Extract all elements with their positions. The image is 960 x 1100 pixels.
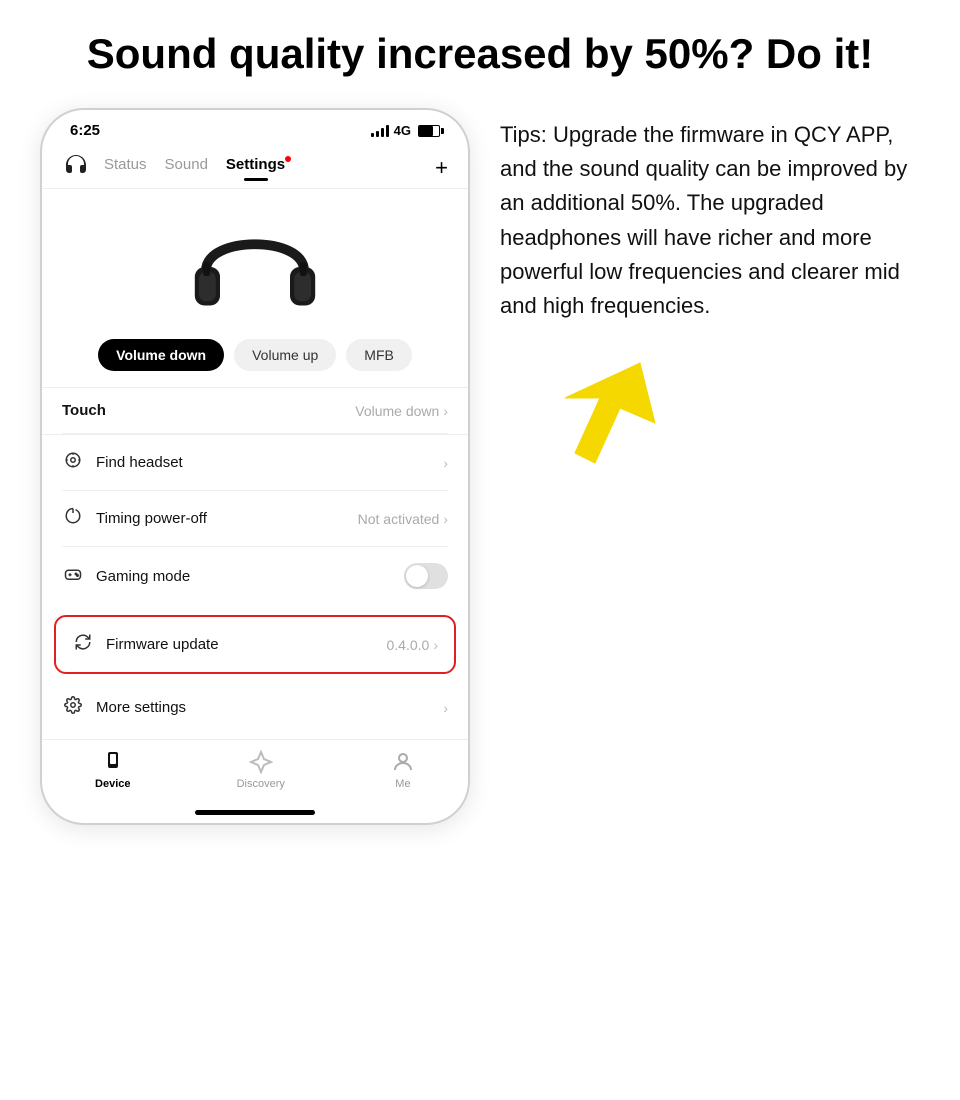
timing-power-off-value: Not activated (358, 511, 440, 527)
nav-tabs: Status Sound Settings (104, 156, 435, 179)
timing-power-chevron-icon: › (443, 511, 448, 527)
tips-text: Tips: Upgrade the firmware in QCY APP, a… (500, 118, 920, 323)
tab-status[interactable]: Status (104, 156, 147, 179)
add-device-button[interactable]: + (435, 157, 448, 179)
touch-chevron-icon: › (443, 403, 448, 419)
find-headset-icon (62, 451, 84, 474)
bottom-nav-me-label: Me (395, 778, 410, 790)
time-display: 6:25 (70, 122, 100, 139)
touch-label: Touch (62, 402, 355, 419)
find-headset-chevron-icon: › (443, 455, 448, 471)
bottom-nav-device[interactable]: Device (95, 750, 130, 790)
bottom-nav-discovery[interactable]: Discovery (237, 750, 285, 790)
firmware-chevron-icon: › (433, 637, 438, 653)
more-settings-section: More settings › (42, 680, 468, 735)
gaming-mode-label: Gaming mode (96, 568, 404, 585)
more-settings-icon (62, 696, 84, 719)
find-headset-row[interactable]: Find headset › (62, 435, 448, 491)
toggle-knob (406, 565, 428, 587)
page-title: Sound quality increased by 50%? Do it! (40, 30, 920, 78)
mfb-button[interactable]: MFB (346, 339, 412, 371)
gaming-mode-icon (62, 565, 84, 588)
control-buttons: Volume down Volume up MFB (42, 339, 468, 387)
home-indicator-bar (42, 810, 468, 823)
status-bar: 6:25 4G (42, 110, 468, 143)
touch-section: Touch Volume down › (42, 387, 468, 434)
phone-mockup: 6:25 4G Statu (40, 108, 470, 825)
bottom-nav-discovery-label: Discovery (237, 778, 285, 790)
tab-sound[interactable]: Sound (165, 156, 208, 179)
bottom-nav-me[interactable]: Me (391, 750, 415, 790)
timing-power-off-row[interactable]: Timing power-off Not activated › (62, 491, 448, 547)
touch-value: Volume down (355, 403, 439, 419)
volume-up-button[interactable]: Volume up (234, 339, 336, 371)
arrow-container (500, 353, 920, 473)
home-indicator (195, 810, 315, 815)
more-settings-chevron-icon: › (443, 700, 448, 716)
signal-icon (371, 125, 389, 137)
network-label: 4G (394, 123, 411, 138)
settings-dot (285, 156, 291, 162)
firmware-update-label: Firmware update (106, 636, 387, 653)
volume-down-button[interactable]: Volume down (98, 339, 224, 371)
touch-row[interactable]: Touch Volume down › (62, 388, 448, 434)
firmware-update-row[interactable]: Firmware update 0.4.0.0 › (54, 615, 456, 674)
yellow-arrow-icon (540, 353, 670, 473)
tips-section: Tips: Upgrade the firmware in QCY APP, a… (500, 108, 920, 473)
find-headset-label: Find headset (96, 454, 443, 471)
gaming-mode-toggle[interactable] (404, 563, 448, 589)
battery-icon (418, 125, 440, 137)
headphone-image-area (42, 189, 468, 339)
tab-settings[interactable]: Settings (226, 156, 285, 179)
firmware-update-value: 0.4.0.0 (387, 637, 430, 653)
app-nav: Status Sound Settings + (42, 143, 468, 189)
headphone-image (185, 207, 325, 327)
firmware-update-icon (72, 633, 94, 656)
status-icons: 4G (371, 123, 440, 138)
timing-power-icon (62, 507, 84, 530)
more-settings-label: More settings (96, 699, 443, 716)
timing-power-off-label: Timing power-off (96, 510, 358, 527)
menu-list: Find headset › Timing power-off Not acti… (42, 434, 468, 609)
headphone-nav-icon[interactable] (62, 151, 90, 184)
gaming-mode-row[interactable]: Gaming mode (62, 547, 448, 605)
more-settings-row[interactable]: More settings › (62, 680, 448, 735)
bottom-nav-device-label: Device (95, 778, 130, 790)
bottom-navigation: Device Discovery Me (42, 739, 468, 810)
